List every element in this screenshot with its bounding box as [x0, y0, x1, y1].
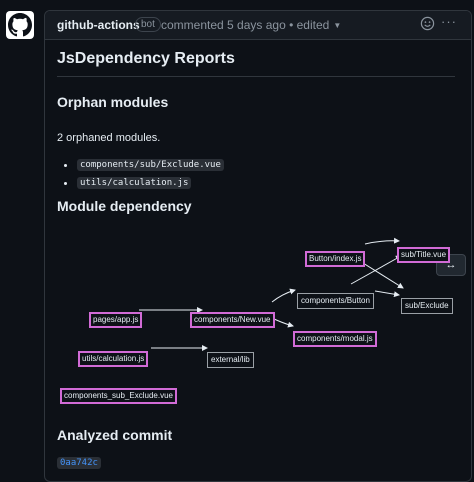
graph-node-sub-exclude[interactable]: sub/Exclude	[401, 298, 453, 314]
graph-node-components-button[interactable]: components/Button	[297, 293, 374, 309]
graph-node-components-modal[interactable]: components/modal.js	[293, 331, 377, 347]
graph-node-components-new[interactable]: components/New.vue	[190, 312, 275, 328]
graph-node-external-lib[interactable]: external/lib	[207, 352, 254, 368]
commit-heading: Analyzed commit	[57, 427, 173, 443]
kebab-menu-icon[interactable]: ···	[441, 14, 457, 29]
comment-card: github-actions bot commented 5 days ago …	[44, 10, 472, 482]
comment-meta[interactable]: commented 5 days ago • edited ▼	[161, 18, 341, 32]
commit-sha[interactable]: 0aa742c	[57, 456, 101, 469]
graph-node-sub-title[interactable]: sub/Title.vue	[397, 247, 451, 263]
smiley-icon[interactable]	[420, 16, 435, 31]
graph-node-components-sub-exclude[interactable]: components_sub_Exclude.vue	[60, 388, 177, 404]
comment-body: JsDependency Reports Orphan modules 2 or…	[57, 40, 471, 481]
author-link[interactable]: github-actions	[57, 18, 140, 32]
graph-node-button-index[interactable]: Button/index.js	[305, 251, 366, 267]
comment-meta-text: commented 5 days ago • edited	[161, 18, 330, 32]
graph-node-utils-calculation[interactable]: utils/calculation.js	[78, 351, 149, 367]
github-logo-avatar[interactable]	[6, 11, 34, 39]
commit-sha-code[interactable]: 0aa742c	[57, 457, 101, 469]
comment-header: github-actions bot commented 5 days ago …	[45, 11, 471, 40]
graph-edge	[271, 288, 296, 303]
github-mark-icon	[8, 13, 32, 37]
graph-edge	[364, 237, 400, 245]
graph-edge	[374, 290, 400, 298]
chevron-down-icon[interactable]: ▼	[333, 21, 341, 30]
bot-badge: bot	[135, 17, 161, 32]
graph-node-pages-app[interactable]: pages/app.js	[89, 312, 143, 328]
